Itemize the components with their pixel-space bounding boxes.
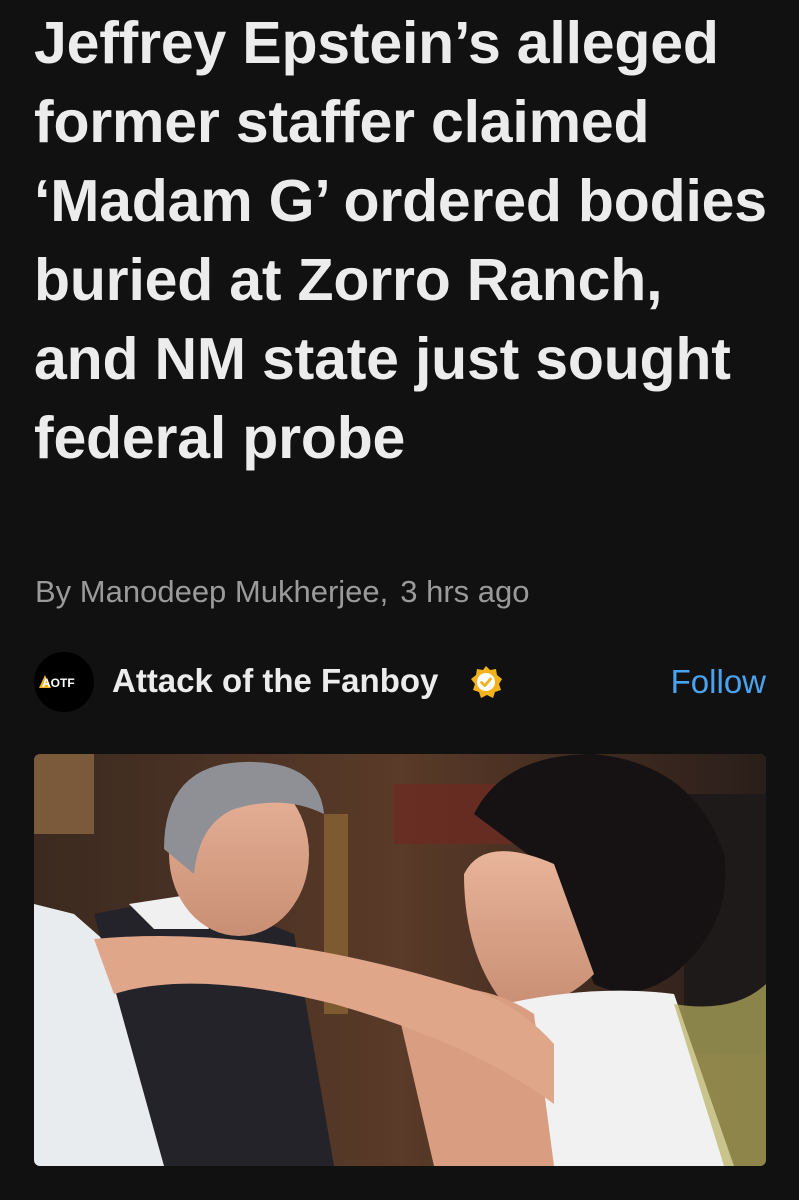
- source-row: AOTF Attack of the Fanboy Follow: [34, 652, 766, 712]
- follow-button[interactable]: Follow: [671, 662, 766, 702]
- article-headline[interactable]: Jeffrey Epstein’s alleged former staffer…: [34, 4, 774, 478]
- article-card: Jeffrey Epstein’s alleged former staffer…: [0, 0, 799, 1200]
- article-photo[interactable]: [34, 754, 766, 1166]
- publisher-avatar[interactable]: AOTF: [34, 652, 94, 712]
- author-name: By Manodeep Mukherjee,: [35, 574, 389, 609]
- publisher-logo-text: AOTF: [42, 676, 75, 690]
- publish-time: 3 hrs ago: [400, 574, 530, 609]
- publisher-name[interactable]: Attack of the Fanboy: [112, 661, 438, 701]
- verified-badge-icon: [471, 666, 502, 698]
- byline: By Manodeep Mukherjee, 3 hrs ago: [35, 572, 530, 612]
- article-image: [34, 754, 766, 1166]
- aotf-logo-icon: AOTF: [34, 652, 94, 712]
